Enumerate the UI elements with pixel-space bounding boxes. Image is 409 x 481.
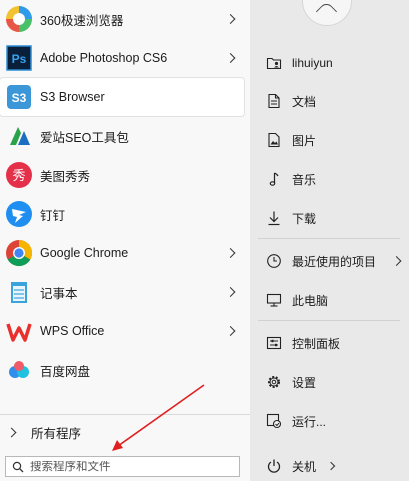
power-icon (267, 459, 281, 473)
music-icon (269, 172, 279, 186)
program-label: 记事本 (40, 286, 78, 301)
place-label: 下载 (292, 211, 317, 226)
program-item-notepad[interactable]: 记事本 (0, 273, 244, 311)
place-label: 此电脑 (292, 293, 329, 308)
place-label: 控制面板 (292, 336, 341, 351)
place-label: 最近使用的项目 (292, 254, 377, 269)
place-run[interactable]: 运行... (258, 404, 398, 438)
place-label: lihuiyun (292, 56, 333, 70)
chevron-right-icon[interactable] (326, 461, 336, 471)
program-label: 爱站SEO工具包 (40, 130, 129, 145)
place-label: 设置 (292, 375, 317, 390)
program-item-wps[interactable]: WPS Office (0, 312, 244, 350)
chevron-right-icon[interactable] (225, 14, 236, 24)
all-programs-button[interactable]: 所有程序 (0, 419, 244, 445)
program-label: 百度网盘 (40, 364, 91, 379)
shutdown-button[interactable]: 关机 (258, 453, 338, 479)
program-label: WPS Office (40, 324, 105, 338)
place-settings[interactable]: 设置 (258, 365, 398, 399)
chevron-right-icon[interactable] (225, 287, 236, 297)
s3-browser-icon: S3 (7, 85, 31, 109)
program-item-360-browser[interactable]: 360极速浏览器 (0, 0, 244, 38)
program-label: 美图秀秀 (40, 169, 91, 184)
search-icon (12, 461, 24, 472)
place-downloads[interactable]: 下载 (258, 201, 398, 235)
place-label: 运行... (292, 414, 327, 429)
place-label: 文档 (292, 94, 317, 109)
search-input[interactable] (30, 460, 230, 473)
computer-icon (266, 293, 282, 307)
document-icon (268, 93, 280, 109)
program-item-chrome[interactable]: Google Chrome (0, 234, 244, 272)
control-panel-icon (266, 336, 282, 350)
program-label: Adobe Photoshop CS6 (40, 51, 168, 65)
baidu-netdisk-icon (9, 361, 29, 378)
run-icon (266, 413, 282, 429)
divider (258, 320, 400, 321)
divider (0, 414, 250, 415)
place-documents[interactable]: 文档 (258, 84, 398, 118)
download-icon (268, 211, 280, 226)
program-label: 360极速浏览器 (40, 13, 124, 28)
all-programs-label: 所有程序 (31, 426, 82, 441)
program-item-photoshop[interactable]: Ps Adobe Photoshop CS6 (0, 39, 244, 77)
program-item-aizhan-seo[interactable]: 爱站SEO工具包 (0, 117, 244, 155)
program-item-s3-browser[interactable]: S3 S3 Browser (0, 78, 244, 116)
chevron-right-icon[interactable] (225, 248, 236, 258)
svg-text:秀: 秀 (12, 169, 25, 184)
notepad-icon (11, 282, 27, 303)
program-item-dingtalk[interactable]: 钉钉 (0, 195, 244, 233)
place-pictures[interactable]: 图片 (258, 123, 398, 157)
shutdown-label: 关机 (292, 459, 317, 474)
place-music[interactable]: 音乐 (258, 162, 398, 196)
place-label: 图片 (292, 133, 317, 148)
place-user-folder[interactable]: lihuiyun (258, 46, 398, 80)
chevron-right-icon[interactable] (225, 326, 236, 336)
place-recent-items[interactable]: 最近使用的项目 (258, 244, 402, 278)
chevron-right-icon[interactable] (225, 53, 236, 63)
program-label: Google Chrome (40, 246, 129, 260)
program-item-meitu[interactable]: 秀 美图秀秀 (0, 156, 244, 194)
divider (258, 238, 400, 239)
aizhan-seo-icon (10, 127, 30, 145)
svg-text:Ps: Ps (12, 52, 27, 66)
wps-icon (6, 323, 32, 342)
place-label: 音乐 (292, 172, 317, 187)
settings-gear-icon (268, 376, 280, 388)
dingtalk-icon (6, 201, 32, 227)
pictures-icon (268, 132, 280, 148)
program-label: 钉钉 (40, 208, 66, 223)
place-this-pc[interactable]: 此电脑 (258, 283, 398, 317)
program-label: S3 Browser (40, 90, 105, 104)
svg-text:S3: S3 (12, 91, 27, 105)
photoshop-icon: Ps (6, 45, 32, 71)
chevron-right-icon (6, 427, 17, 437)
user-folder-icon (266, 57, 282, 70)
360-browser-icon (6, 6, 32, 32)
place-control-panel[interactable]: 控制面板 (258, 326, 398, 360)
program-item-baidu-netdisk[interactable]: 百度网盘 (0, 351, 244, 389)
search-box[interactable] (5, 456, 240, 477)
recent-icon (267, 254, 281, 268)
chrome-icon (6, 239, 33, 267)
meitu-icon: 秀 (6, 162, 32, 188)
